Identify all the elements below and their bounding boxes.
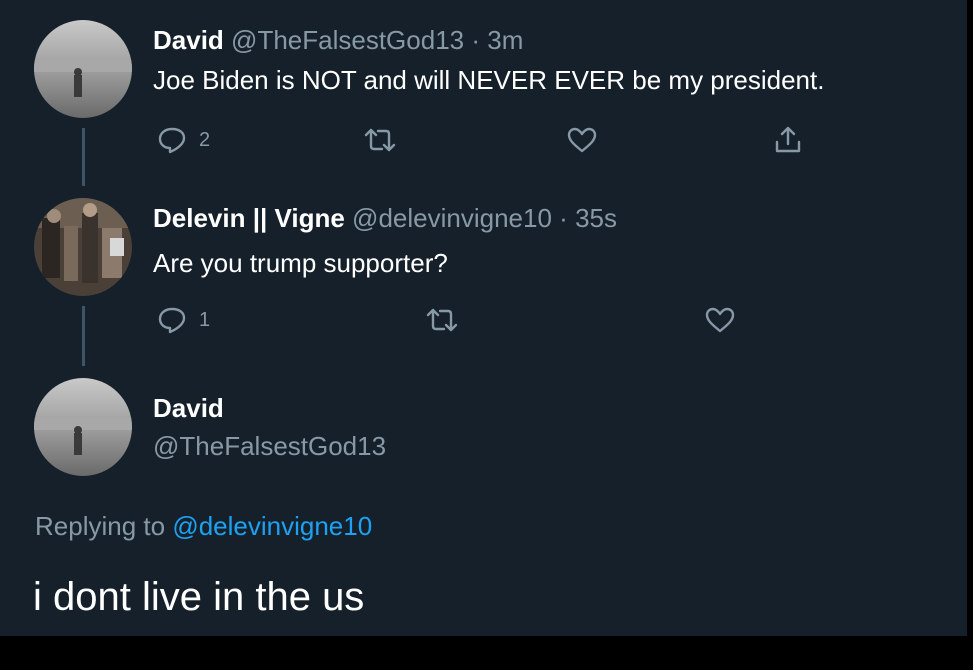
replying-label: Replying to: [35, 511, 166, 541]
author-handle[interactable]: @TheFalsestGod13: [231, 25, 464, 55]
separator: ·: [471, 25, 481, 55]
like-icon: [567, 127, 597, 153]
thread-line: [82, 128, 85, 186]
reply-count: 1: [199, 308, 211, 331]
retweet-icon: [364, 128, 396, 152]
timestamp[interactable]: 35s: [575, 203, 617, 233]
retweet-icon: [426, 308, 458, 332]
author-name[interactable]: Delevin || Vigne: [153, 203, 345, 233]
like-button[interactable]: [704, 306, 736, 334]
replying-to: Replying to @delevinvigne10: [35, 510, 372, 542]
author-handle[interactable]: @delevinvigne10: [352, 203, 552, 233]
avatar-david[interactable]: [34, 378, 132, 476]
author-name[interactable]: David: [153, 392, 224, 424]
tweet-text: Joe Biden is NOT and will NEVER EVER be …: [153, 65, 825, 95]
avatar-david[interactable]: [34, 20, 132, 118]
separator: ·: [559, 203, 568, 233]
reply-icon: [158, 127, 186, 154]
retweet-button[interactable]: [424, 306, 460, 334]
tweet-header: Delevin || Vigne @delevinvigne10 · 35s: [153, 202, 617, 234]
replying-to-link[interactable]: @delevinvigne10: [172, 511, 372, 541]
like-button[interactable]: [566, 126, 598, 154]
tweet-text: Are you trump supporter?: [153, 248, 448, 278]
tweet-text: i dont live in the us: [33, 575, 365, 619]
reply-icon: [158, 307, 186, 334]
retweet-button[interactable]: [362, 126, 398, 154]
share-icon: [775, 126, 801, 153]
share-button[interactable]: [772, 124, 804, 156]
author-handle[interactable]: @TheFalsestGod13: [153, 430, 386, 462]
thread-line: [82, 306, 85, 366]
tweet-header: David @TheFalsestGod13 · 3m: [153, 24, 523, 56]
like-icon: [705, 307, 735, 333]
reply-button[interactable]: 1: [157, 306, 210, 334]
timestamp[interactable]: 3m: [487, 25, 523, 55]
reply-count: 2: [199, 128, 211, 151]
conversation-thread: David @TheFalsestGod13 · 3m Joe Biden is…: [0, 0, 967, 636]
avatar-delevin[interactable]: [34, 198, 132, 296]
author-name[interactable]: David: [153, 25, 224, 55]
reply-button[interactable]: 2: [157, 126, 210, 154]
